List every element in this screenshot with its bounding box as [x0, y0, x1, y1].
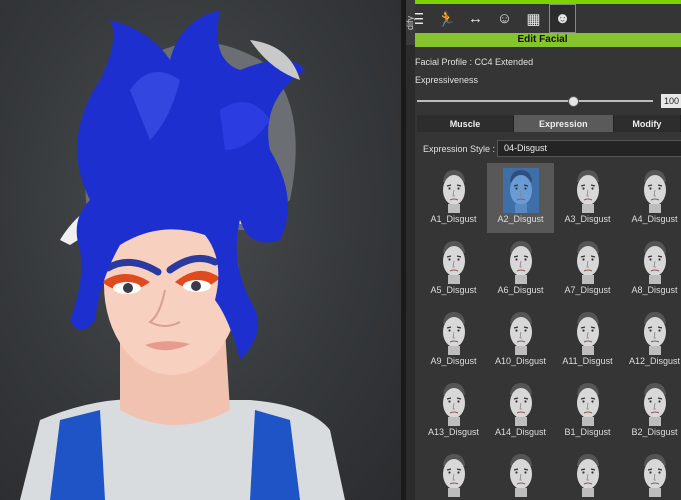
- expression-thumbnail[interactable]: A11_Disgust: [554, 305, 621, 375]
- expression-thumbnail[interactable]: A8_Disgust: [621, 234, 681, 304]
- face-preview-icon: [443, 454, 465, 497]
- tab-muscle[interactable]: Muscle: [417, 115, 514, 132]
- expression-label: A7_Disgust: [564, 285, 611, 295]
- expression-thumbnail[interactable]: A13_Disgust: [420, 376, 487, 446]
- expressiveness-label: Expressiveness: [415, 75, 479, 85]
- facial-profile-value: CC4 Extended: [474, 57, 534, 67]
- expression-thumbnail[interactable]: [487, 447, 554, 500]
- face-preview-icon: [443, 312, 465, 355]
- face-preview-icon: [510, 312, 532, 355]
- face-preview-icon: [510, 241, 532, 284]
- tab-modify[interactable]: Modify: [613, 115, 681, 132]
- face-preview-icon: [503, 168, 539, 213]
- face-puppet-icon[interactable]: ☺: [491, 4, 518, 33]
- face-preview-icon: [577, 312, 599, 355]
- expressiveness-value-input[interactable]: 100: [661, 94, 681, 108]
- character-render: [20, 10, 345, 500]
- panel-divider[interactable]: [401, 0, 406, 500]
- expression-label: A2_Disgust: [497, 214, 544, 224]
- panel-toolbar: ☰ 🏃 ↔ ☺ ▦ ☻: [415, 4, 578, 33]
- expression-thumbnail[interactable]: A9_Disgust: [420, 305, 487, 375]
- expression-label: A1_Disgust: [430, 214, 477, 224]
- expression-thumbnail[interactable]: A5_Disgust: [420, 234, 487, 304]
- expression-label: A10_Disgust: [494, 356, 547, 366]
- face-preview-icon: [577, 383, 599, 426]
- face-preview-icon: [510, 383, 532, 426]
- expression-label: A14_Disgust: [494, 427, 547, 437]
- expressiveness-slider-handle[interactable]: [567, 96, 579, 107]
- expression-thumbnail[interactable]: A12_Disgust: [621, 305, 681, 375]
- expression-label: A5_Disgust: [430, 285, 477, 295]
- expression-thumbnail[interactable]: [554, 447, 621, 500]
- expression-label: A13_Disgust: [427, 427, 480, 437]
- expression-thumbnail[interactable]: [621, 447, 681, 500]
- facial-profile-row: Facial Profile : CC4 Extended: [415, 57, 533, 67]
- facial-tabs: Muscle Expression Modify: [417, 115, 681, 132]
- expression-label: B1_Disgust: [564, 427, 611, 437]
- expression-label: A12_Disgust: [628, 356, 681, 366]
- expression-thumbnail[interactable]: [420, 447, 487, 500]
- expression-label: A4_Disgust: [631, 214, 678, 224]
- expression-label: A9_Disgust: [430, 356, 477, 366]
- side-tab-modify[interactable]: dify: [406, 0, 415, 45]
- tab-expression[interactable]: Expression: [513, 115, 614, 132]
- face-preview-icon: [510, 454, 532, 497]
- checker-icon[interactable]: ▦: [520, 4, 547, 33]
- face-preview-icon: [644, 312, 666, 355]
- facial-profile-label: Facial Profile :: [415, 57, 473, 67]
- expression-thumbnail[interactable]: A2_Disgust: [487, 163, 554, 233]
- expression-thumbnail[interactable]: B2_Disgust: [621, 376, 681, 446]
- expression-label: A11_Disgust: [562, 356, 613, 366]
- expression-style-label: Expression Style :: [423, 144, 496, 154]
- panel-title: Edit Facial: [415, 33, 681, 47]
- expression-thumbnail[interactable]: A6_Disgust: [487, 234, 554, 304]
- face-preview-icon: [443, 383, 465, 426]
- running-figure-icon[interactable]: 🏃: [433, 4, 460, 33]
- edit-facial-panel: ☰ 🏃 ↔ ☺ ▦ ☻ Edit Facial Facial Profile : CC4 …: [415, 0, 681, 500]
- face-preview-icon: [644, 241, 666, 284]
- face-preview-icon: [577, 170, 599, 213]
- expression-thumbnail[interactable]: A4_Disgust: [621, 163, 681, 233]
- expression-thumbnail[interactable]: A14_Disgust: [487, 376, 554, 446]
- face-preview-icon: [443, 241, 465, 284]
- expression-thumbnail[interactable]: A7_Disgust: [554, 234, 621, 304]
- expression-label: A3_Disgust: [564, 214, 611, 224]
- face-profile-icon[interactable]: ☻: [549, 4, 576, 33]
- expression-label: B2_Disgust: [631, 427, 678, 437]
- motion-adjust-icon[interactable]: ↔: [462, 4, 489, 33]
- expressiveness-slider[interactable]: [417, 100, 653, 102]
- face-preview-icon: [577, 241, 599, 284]
- expression-style-dropdown[interactable]: 04-Disgust: [497, 140, 681, 157]
- expression-thumbnail[interactable]: B1_Disgust: [554, 376, 621, 446]
- expression-thumbnail[interactable]: A1_Disgust: [420, 163, 487, 233]
- face-preview-icon: [644, 170, 666, 213]
- 3d-viewport[interactable]: [0, 0, 401, 500]
- face-preview-icon: [644, 383, 666, 426]
- face-preview-icon: [577, 454, 599, 497]
- expression-label: A6_Disgust: [497, 285, 544, 295]
- sliders-icon[interactable]: ☰: [415, 4, 431, 33]
- face-preview-icon: [644, 454, 666, 497]
- expression-thumbnail[interactable]: A3_Disgust: [554, 163, 621, 233]
- expression-thumbnail[interactable]: A10_Disgust: [487, 305, 554, 375]
- expression-label: A8_Disgust: [631, 285, 678, 295]
- face-preview-icon: [443, 170, 465, 213]
